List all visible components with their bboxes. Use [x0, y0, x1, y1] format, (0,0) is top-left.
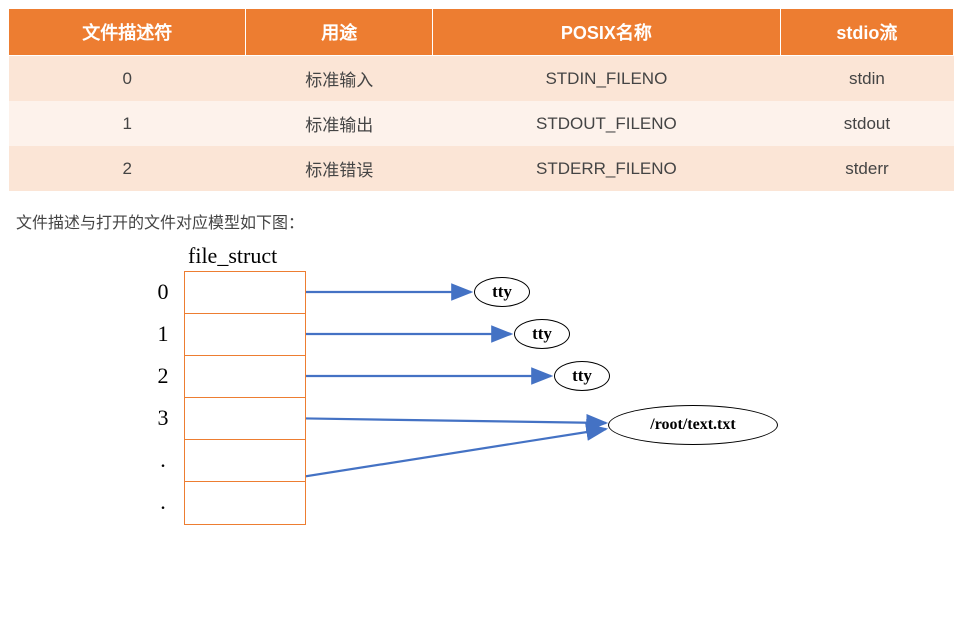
struct-cell — [185, 272, 305, 314]
cell-usage: 标准输入 — [246, 56, 432, 102]
cell-stdio: stdin — [780, 56, 953, 102]
cell-posix: STDERR_FILENO — [432, 146, 780, 191]
index-label: 3 — [148, 397, 178, 439]
struct-cell — [185, 398, 305, 440]
struct-cell — [185, 314, 305, 356]
index-label: . — [148, 439, 178, 481]
cell-usage: 标准错误 — [246, 146, 432, 191]
cell-fd: 2 — [9, 146, 246, 191]
col-posix: POSIX名称 — [432, 9, 780, 56]
fd-table: 文件描述符 用途 POSIX名称 stdio流 0 标准输入 STDIN_FIL… — [8, 8, 954, 191]
table-row: 0 标准输入 STDIN_FILENO stdin — [9, 56, 954, 102]
cell-usage: 标准输出 — [246, 101, 432, 146]
node-file: /root/text.txt — [608, 405, 778, 445]
index-label: 0 — [148, 271, 178, 313]
cell-stdio: stderr — [780, 146, 953, 191]
cell-fd: 0 — [9, 56, 246, 102]
node-tty: tty — [474, 277, 530, 307]
index-label: . — [148, 481, 178, 523]
col-usage: 用途 — [246, 9, 432, 56]
struct-cell — [185, 482, 305, 524]
cell-stdio: stdout — [780, 101, 953, 146]
table-row: 1 标准输出 STDOUT_FILENO stdout — [9, 101, 954, 146]
col-fd: 文件描述符 — [9, 9, 246, 56]
struct-label: file_struct — [188, 243, 954, 269]
index-label: 1 — [148, 313, 178, 355]
diagram-caption: 文件描述与打开的文件对应模型如下图： — [16, 209, 954, 233]
cell-fd: 1 — [9, 101, 246, 146]
index-label: 2 — [148, 355, 178, 397]
struct-cell — [185, 356, 305, 398]
table-row: 2 标准错误 STDERR_FILENO stderr — [9, 146, 954, 191]
struct-cells — [184, 271, 306, 525]
struct-cell — [185, 440, 305, 482]
cell-posix: STDOUT_FILENO — [432, 101, 780, 146]
col-stdio: stdio流 — [780, 9, 953, 56]
cell-posix: STDIN_FILENO — [432, 56, 780, 102]
node-tty: tty — [514, 319, 570, 349]
index-column: 0 1 2 3 . . — [148, 271, 184, 523]
file-struct-diagram: file_struct 0 1 2 3 . . — [148, 243, 954, 571]
arrows-area: tty tty tty /root/text.txt — [306, 271, 846, 571]
node-tty: tty — [554, 361, 610, 391]
